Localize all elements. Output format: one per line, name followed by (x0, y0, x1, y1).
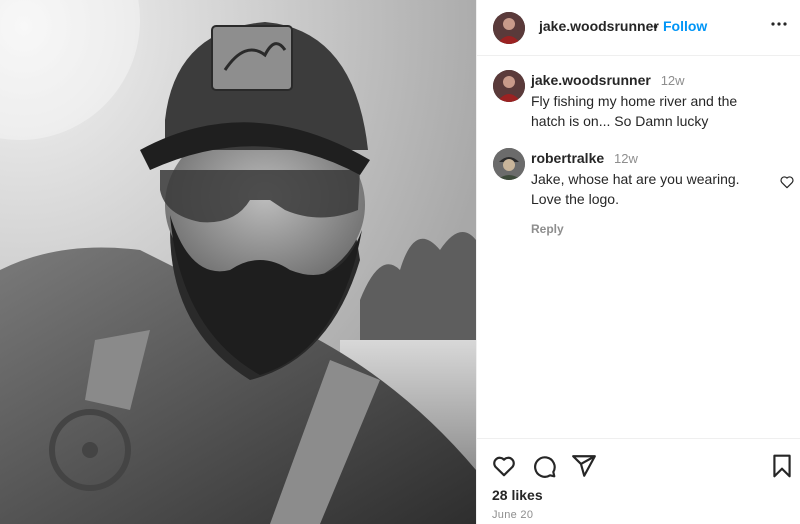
caption-timestamp[interactable]: 12w (661, 73, 685, 88)
share-icon[interactable] (571, 453, 597, 479)
comment-username[interactable]: robertralke (531, 150, 604, 166)
avatar-image (493, 12, 525, 44)
reply-button[interactable]: Reply (531, 219, 771, 239)
comment-icon[interactable] (531, 453, 557, 479)
comment-body: robertralke 12w Jake, whose hat are you … (531, 148, 771, 239)
comment-text: Jake, whose hat are you wearing. Love th… (531, 171, 740, 207)
like-count[interactable]: 28 likes (492, 487, 543, 503)
post-date[interactable]: June 20 (492, 509, 533, 521)
heart-icon[interactable] (491, 453, 517, 479)
post-photo[interactable] (0, 0, 476, 524)
author-username[interactable]: jake.woodsrunner (539, 18, 659, 34)
caption-username[interactable]: jake.woodsrunner (531, 72, 651, 88)
author-avatar[interactable] (493, 12, 525, 44)
more-options-icon[interactable] (767, 12, 791, 36)
caption-text: Fly fishing my home river and the hatch … (531, 93, 738, 129)
caption-body: jake.woodsrunner 12w Fly fishing my home… (531, 70, 771, 131)
bookmark-icon[interactable] (769, 453, 795, 479)
caption-author-avatar[interactable] (493, 70, 525, 102)
commenter-avatar[interactable] (493, 148, 525, 180)
post-actions: 28 likes June 20 (477, 438, 800, 524)
comment-timestamp[interactable]: 12w (614, 151, 638, 166)
selfie-photo-illustration (0, 0, 476, 524)
post-header: jake.woodsrunner • Follow (477, 0, 800, 56)
avatar-image (493, 148, 525, 180)
avatar-image (493, 70, 525, 102)
post-details-panel: jake.woodsrunner • Follow jake.woodsrunn… (476, 0, 800, 524)
comment-heart-icon[interactable] (779, 174, 795, 190)
separator-dot: • (653, 18, 658, 34)
follow-button[interactable]: Follow (663, 18, 707, 34)
